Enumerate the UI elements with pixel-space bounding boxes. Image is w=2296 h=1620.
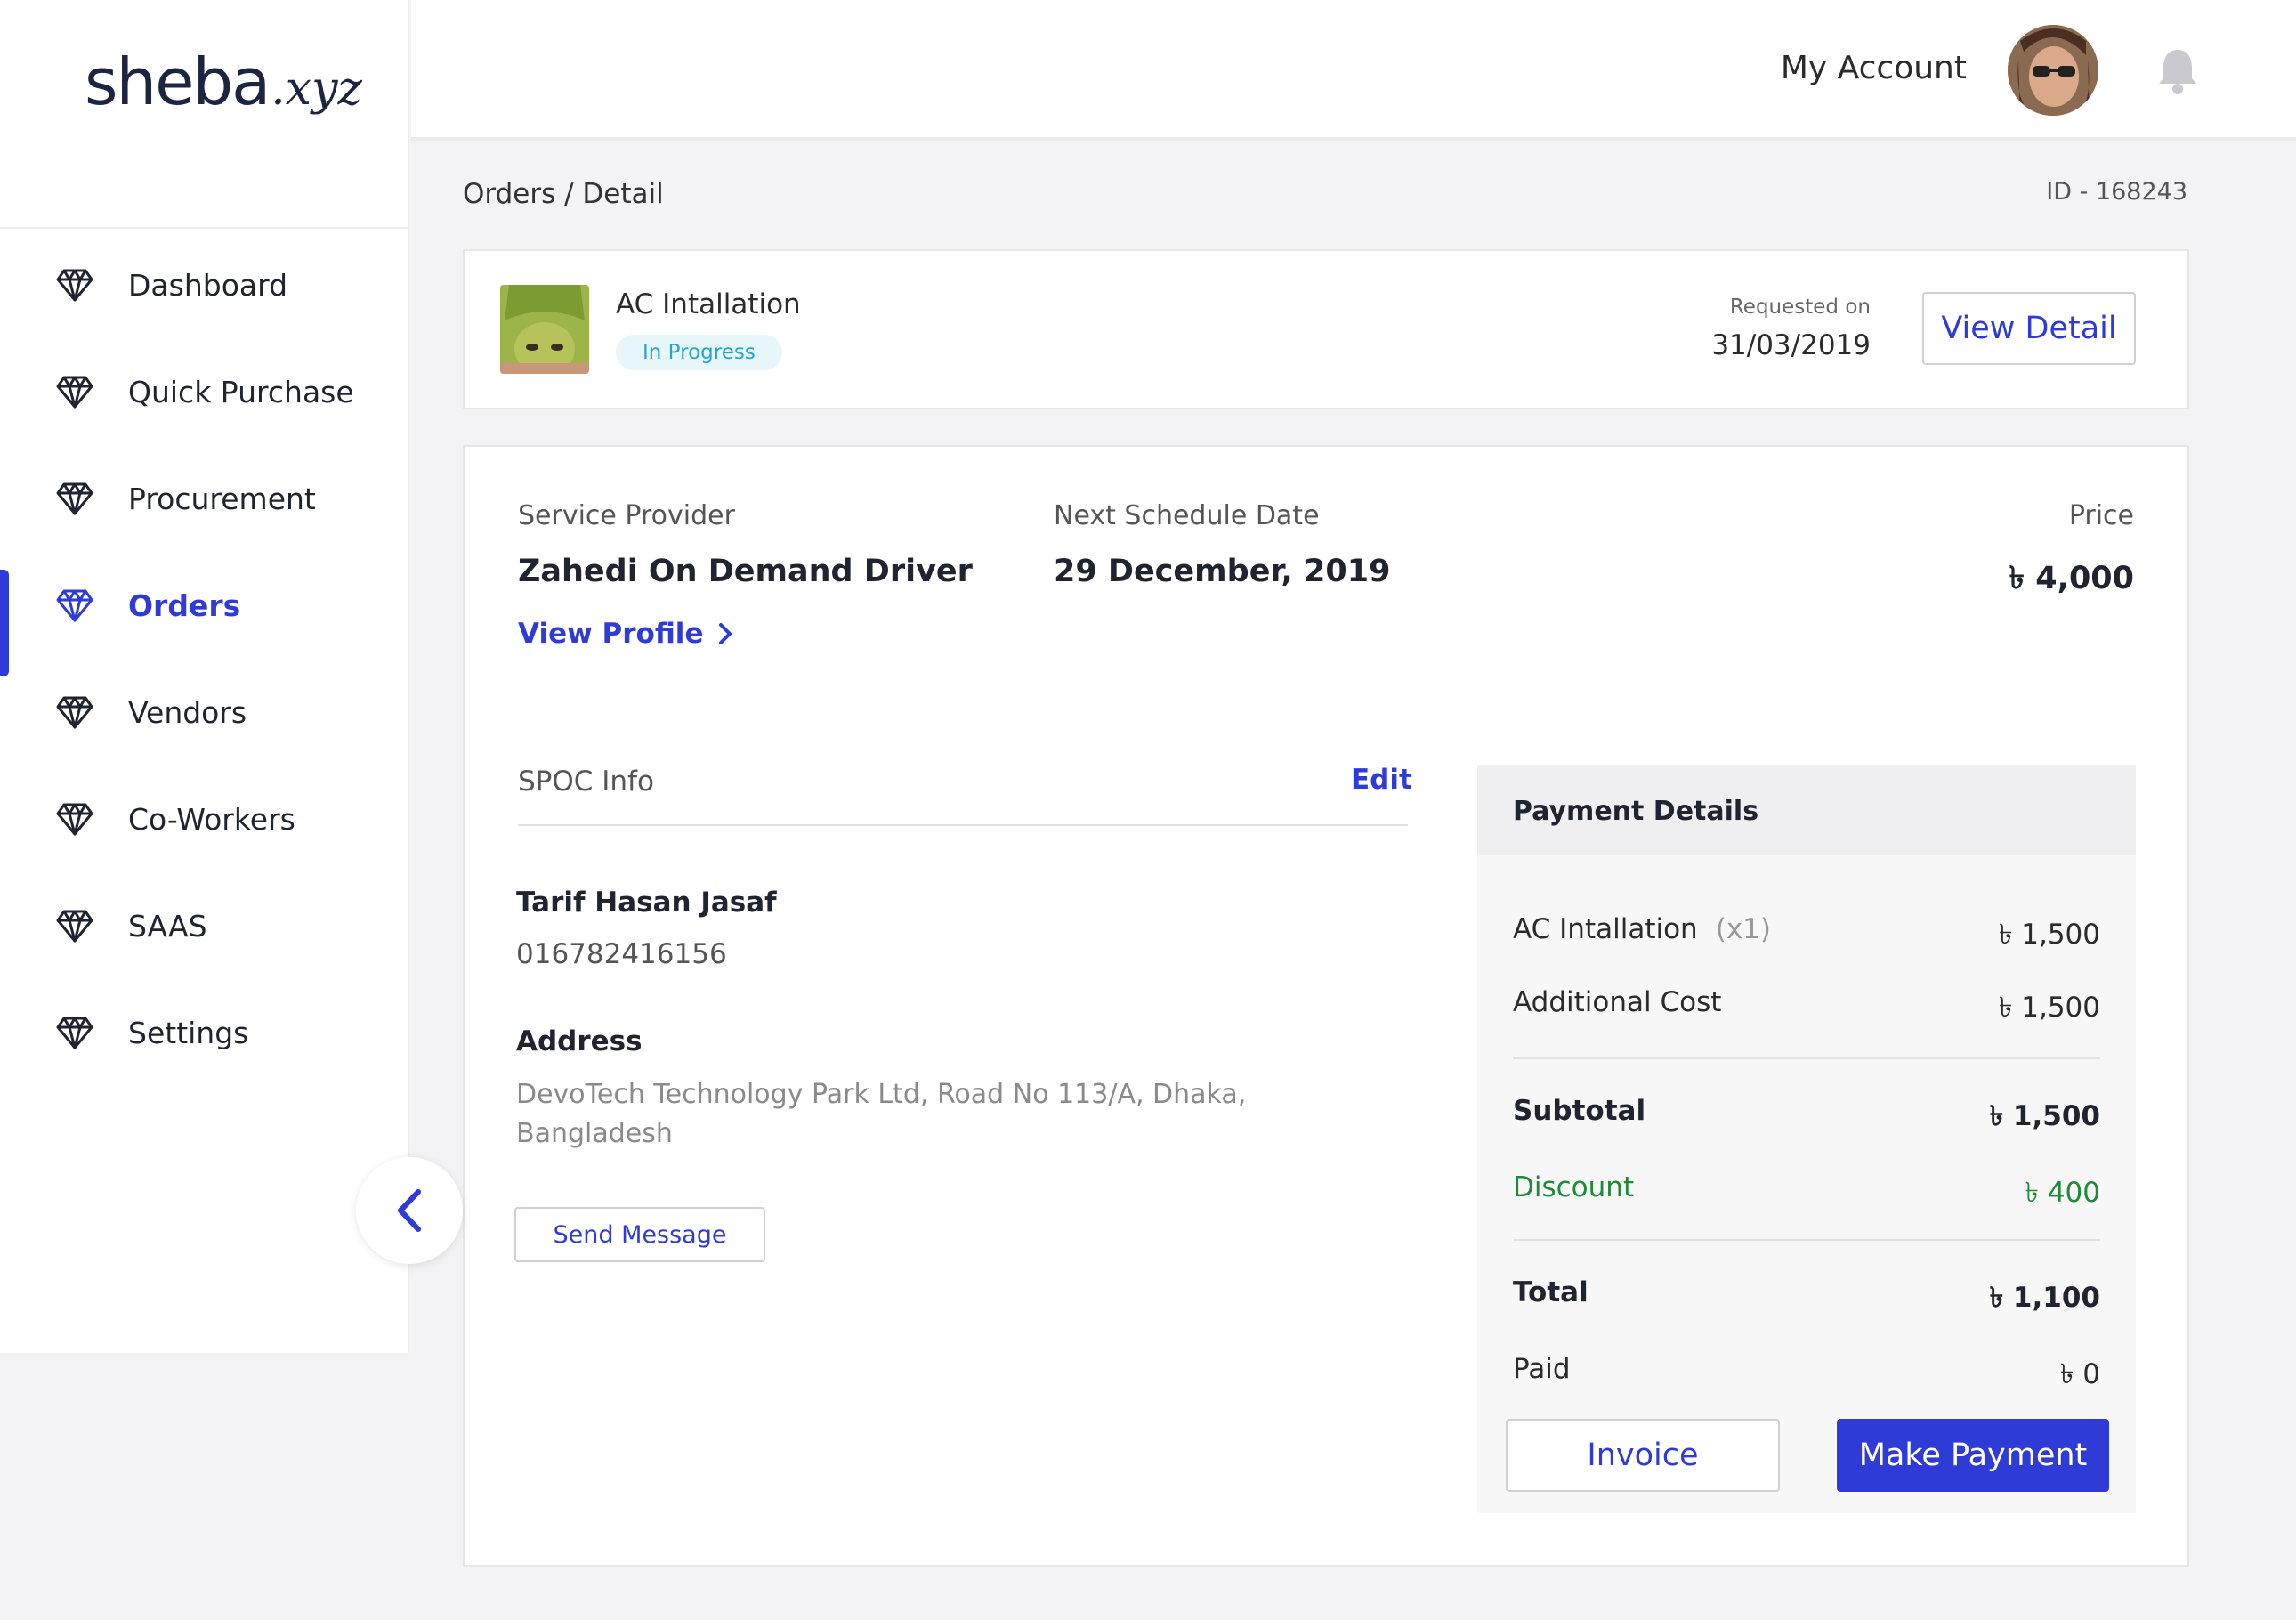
- service-provider-label: Service Provider: [518, 500, 735, 531]
- user-avatar[interactable]: [2008, 25, 2098, 116]
- discount-label: Discount: [1513, 1171, 1635, 1203]
- chevron-right-icon: [719, 623, 732, 644]
- additional-cost-value: ৳ 1,500: [1998, 992, 2100, 1024]
- brand-suffix: .xyz: [271, 62, 362, 116]
- sidebar: sheba.xyz Dashboard Quick Purchase Procure…: [0, 0, 409, 1353]
- address-text: DevoTech Technology Park Ltd, Road No 11…: [516, 1079, 1247, 1149]
- order-summary-card: AC Intallation In Progress Requested on …: [463, 249, 2189, 409]
- make-payment-button[interactable]: Make Payment: [1837, 1419, 2109, 1492]
- diamond-icon: [55, 372, 94, 411]
- sidebar-item-procurement[interactable]: Procurement: [0, 445, 409, 552]
- send-message-button[interactable]: Send Message: [514, 1207, 765, 1262]
- paid-value: ৳ 0: [2059, 1358, 2100, 1390]
- status-badge: In Progress: [616, 335, 782, 370]
- address-label: Address: [516, 1025, 643, 1057]
- top-bar: My Account: [411, 0, 2296, 141]
- order-thumbnail: [500, 285, 589, 374]
- spoc-phone: 016782416156: [516, 938, 727, 970]
- sidebar-item-label: Dashboard: [128, 267, 288, 303]
- subtotal-value: ৳ 1,500: [1989, 1100, 2100, 1132]
- spoc-name: Tarif Hasan Jasaf: [516, 887, 777, 919]
- brand-name: sheba: [85, 45, 271, 119]
- payment-divider: [1513, 1239, 2100, 1241]
- invoice-button[interactable]: Invoice: [1506, 1419, 1780, 1492]
- payment-details-header: Payment Details: [1477, 765, 2136, 855]
- total-value: ৳ 1,100: [1989, 1282, 2100, 1314]
- collapse-sidebar-button[interactable]: [356, 1157, 463, 1264]
- order-title: AC Intallation: [616, 288, 801, 320]
- payment-item-name: AC Intallation: [1513, 913, 1698, 945]
- requested-on-label: Requested on: [1729, 296, 1871, 319]
- paid-label: Paid: [1513, 1353, 1571, 1385]
- brand-logo[interactable]: sheba.xyz: [85, 45, 362, 119]
- discount-value: ৳ 400: [2025, 1177, 2100, 1209]
- chevron-left-icon: [398, 1189, 421, 1232]
- sidebar-item-label: Orders: [128, 587, 241, 623]
- sidebar-item-label: Quick Purchase: [128, 374, 354, 409]
- diamond-icon: [55, 693, 94, 732]
- sidebar-item-settings[interactable]: Settings: [0, 979, 409, 1086]
- schedule-label: Next Schedule Date: [1054, 500, 1320, 531]
- price-label: Price: [2068, 500, 2134, 531]
- spoc-divider: [518, 824, 1408, 826]
- view-profile-label: View Profile: [518, 618, 704, 650]
- total-label: Total: [1513, 1276, 1589, 1308]
- schedule-date: 29 December, 2019: [1054, 554, 1391, 589]
- sidebar-item-orders[interactable]: Orders: [0, 552, 409, 676]
- sidebar-item-label: Settings: [128, 1015, 249, 1050]
- payment-details-panel: Payment Details AC Intallation (x1) ৳ 1,5…: [1477, 765, 2136, 1513]
- diamond-icon: [55, 1013, 94, 1052]
- sidebar-item-co-workers[interactable]: Co-Workers: [0, 765, 409, 872]
- diamond-icon: [55, 799, 94, 838]
- sidebar-item-saas[interactable]: SAAS: [0, 872, 409, 979]
- subtotal-label: Subtotal: [1513, 1095, 1646, 1127]
- bell-icon[interactable]: [2155, 46, 2200, 94]
- order-detail-card: Service Provider Zahedi On Demand Driver…: [463, 445, 2189, 1567]
- payment-divider: [1513, 1057, 2100, 1059]
- service-provider-name: Zahedi On Demand Driver: [518, 554, 973, 589]
- diamond-icon: [55, 265, 94, 304]
- payment-details-title: Payment Details: [1513, 796, 1759, 827]
- view-profile-link[interactable]: View Profile: [518, 618, 733, 650]
- sidebar-item-dashboard[interactable]: Dashboard: [0, 231, 409, 338]
- sidebar-item-quick-purchase[interactable]: Quick Purchase: [0, 338, 409, 445]
- diamond-icon: [55, 586, 94, 625]
- additional-cost-label: Additional Cost: [1513, 986, 1722, 1018]
- requested-date: 31/03/2019: [1711, 329, 1871, 361]
- spoc-edit-link[interactable]: Edit: [1351, 764, 1412, 796]
- spoc-info-label: SPOC Info: [518, 765, 654, 798]
- payment-item-qty: (x1): [1715, 913, 1771, 945]
- sidebar-divider: [0, 227, 409, 229]
- view-detail-button[interactable]: View Detail: [1922, 292, 2136, 365]
- sidebar-item-label: Co-Workers: [128, 801, 295, 837]
- sidebar-item-label: Procurement: [128, 481, 316, 516]
- price-value: ৳ 4,000: [2009, 561, 2134, 596]
- breadcrumb[interactable]: Orders / Detail: [463, 178, 664, 210]
- diamond-icon: [55, 479, 94, 518]
- sidebar-nav: Dashboard Quick Purchase Procurement Orders…: [0, 231, 409, 1086]
- sidebar-item-vendors[interactable]: Vendors: [0, 659, 409, 765]
- my-account-link[interactable]: My Account: [1781, 50, 1967, 86]
- sidebar-item-label: SAAS: [128, 908, 207, 944]
- payment-item-label: AC Intallation (x1): [1513, 913, 1771, 945]
- diamond-icon: [55, 906, 94, 945]
- sidebar-item-label: Vendors: [128, 694, 247, 730]
- order-id: ID - 168243: [2046, 178, 2187, 206]
- payment-item-value: ৳ 1,500: [1998, 919, 2100, 951]
